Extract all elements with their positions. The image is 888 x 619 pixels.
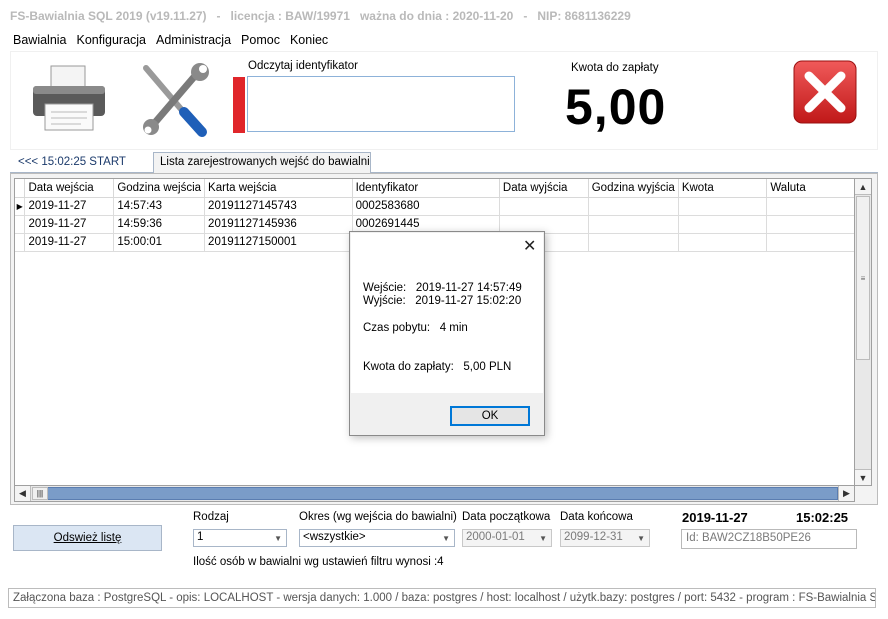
- cell[interactable]: [678, 233, 768, 252]
- rodzaj-value: 1: [197, 531, 204, 543]
- col-karta-wejscia[interactable]: Karta wejścia: [204, 179, 353, 198]
- printer-icon[interactable]: [29, 64, 109, 134]
- cell[interactable]: [678, 197, 768, 216]
- close-red-icon[interactable]: [793, 60, 857, 124]
- cell[interactable]: 14:57:43: [113, 197, 206, 216]
- people-count-text: Ilość osób w bawialni wg ustawień filtru…: [193, 556, 444, 568]
- col-data-wyjscia[interactable]: Data wyjścia: [499, 179, 589, 198]
- current-date: 2019-11-27: [682, 510, 748, 525]
- date-from-label: Data początkowa: [462, 511, 551, 523]
- title-bar: FS-Bawialnia SQL 2019 (v19.11.27) - lice…: [0, 0, 888, 30]
- menu-administracja[interactable]: Administracja: [151, 30, 236, 50]
- row-indicator: [15, 233, 26, 252]
- amount-line: Kwota do zapłaty: 5,00 PLN: [363, 361, 512, 373]
- cell[interactable]: 15:00:01: [113, 233, 206, 252]
- chevron-down-icon: ▼: [637, 534, 645, 543]
- window-title: FS-Bawialnia SQL 2019 (v19.11.27) - lice…: [10, 9, 631, 23]
- row-indicator: [15, 215, 26, 234]
- cell[interactable]: 2019-11-27: [24, 215, 115, 234]
- cell[interactable]: [588, 233, 679, 252]
- menu-pomoc[interactable]: Pomoc: [236, 30, 285, 50]
- date-from-picker[interactable]: 2000-01-01 ▼: [462, 529, 552, 547]
- cell[interactable]: [766, 233, 856, 252]
- menu-bawialnia[interactable]: Bawialnia: [8, 30, 72, 50]
- date-from-value: 2000-01-01: [466, 531, 525, 543]
- okres-label: Okres (wg wejścia do bawialni): [299, 511, 457, 523]
- identifier-label: Odczytaj identyfikator: [248, 60, 358, 72]
- chevron-down-icon: ▼: [274, 534, 282, 543]
- grid-header-row: Data wejścia Godzina wejścia Karta wejśc…: [15, 179, 856, 198]
- current-time: 15:02:25: [796, 510, 849, 525]
- vertical-scrollbar[interactable]: ▲ ≡ ▼: [854, 178, 872, 486]
- scroll-right-icon[interactable]: ▶: [838, 486, 854, 501]
- col-godzina-wejscia[interactable]: Godzina wejścia: [113, 179, 206, 198]
- stay-line: Czas pobytu: 4 min: [363, 322, 468, 334]
- cell[interactable]: [588, 197, 679, 216]
- filter-panel: Odswież listę Rodzaj 1 ▼ Okres (wg wejśc…: [0, 505, 888, 585]
- rodzaj-select[interactable]: 1 ▼: [193, 529, 287, 547]
- cell[interactable]: [766, 215, 856, 234]
- date-to-value: 2099-12-31: [564, 531, 623, 543]
- chevron-down-icon: ▼: [539, 534, 547, 543]
- scroll-left-icon[interactable]: ◀: [15, 486, 31, 501]
- cell[interactable]: 2019-11-27: [24, 233, 115, 252]
- col-waluta[interactable]: Waluta: [766, 179, 856, 198]
- okres-value: <wszystkie>: [303, 531, 366, 543]
- scroll-up-icon[interactable]: ▲: [855, 179, 871, 195]
- table-row[interactable]: ▶ 2019-11-27 14:57:43 20191127145743 000…: [15, 197, 856, 216]
- checkout-dialog: ✕ Wejście: 2019-11-27 14:57:49 Wyjście: …: [349, 231, 545, 436]
- col-identyfikator[interactable]: Identyfikator: [352, 179, 500, 198]
- chevron-down-icon: ▼: [442, 534, 450, 543]
- amount-label: Kwota do zapłaty: [571, 62, 659, 74]
- top-panel: Odczytaj identyfikator Kwota do zapłaty …: [10, 51, 878, 150]
- cell[interactable]: 20191127145743: [204, 197, 353, 216]
- cell[interactable]: 20191127150001: [204, 233, 353, 252]
- cell[interactable]: [678, 215, 768, 234]
- menu-konfiguracja[interactable]: Konfiguracja: [72, 30, 152, 50]
- cell[interactable]: [766, 197, 856, 216]
- tab-start[interactable]: <<< 15:02:25 START: [18, 156, 126, 168]
- amount-value: 5,00: [565, 79, 667, 135]
- cell[interactable]: 20191127145936: [204, 215, 353, 234]
- scroll-down-icon[interactable]: ▼: [855, 469, 871, 485]
- okres-select[interactable]: <wszystkie> ▼: [299, 529, 455, 547]
- row-indicator-header: [15, 179, 26, 198]
- entry-line: Wejście: 2019-11-27 14:57:49: [363, 282, 522, 294]
- col-data-wejscia[interactable]: Data wejścia: [24, 179, 115, 198]
- exit-line: Wyjście: 2019-11-27 15:02:20: [363, 295, 522, 307]
- dialog-body: ✕ Wejście: 2019-11-27 14:57:49 Wyjście: …: [351, 233, 543, 393]
- cell[interactable]: [588, 215, 679, 234]
- cell[interactable]: 0002583680: [352, 197, 500, 216]
- status-bar: Załączona baza : PostgreSQL - opis: LOCA…: [8, 588, 876, 608]
- station-id-field[interactable]: Id: BAW2CZ18B50PE26: [681, 529, 857, 549]
- tab-strip: <<< 15:02:25 START Lista zarejestrowanyc…: [10, 151, 878, 174]
- scroll-thumb[interactable]: ≡: [856, 196, 870, 360]
- menu-koniec[interactable]: Koniec: [285, 30, 333, 50]
- cell[interactable]: [499, 197, 589, 216]
- col-godzina-wyjscia[interactable]: Godzina wyjścia: [588, 179, 679, 198]
- hscroll-thumb[interactable]: |||: [32, 487, 48, 500]
- tools-icon[interactable]: [136, 60, 212, 138]
- identifier-red-marker: [233, 77, 245, 133]
- cell[interactable]: 2019-11-27: [24, 197, 115, 216]
- row-indicator-icon: ▶: [15, 197, 26, 216]
- menu-bar: Bawialnia Konfiguracja Administracja Pom…: [8, 30, 333, 50]
- hscroll-track-fill[interactable]: [32, 487, 838, 500]
- ok-button[interactable]: OK: [450, 406, 530, 426]
- tab-entries-list[interactable]: Lista zarejestrowanych wejść do bawialni: [153, 152, 371, 174]
- identifier-input[interactable]: [247, 76, 515, 132]
- date-to-label: Data końcowa: [560, 511, 633, 523]
- col-kwota[interactable]: Kwota: [678, 179, 768, 198]
- rodzaj-label: Rodzaj: [193, 511, 229, 523]
- close-icon[interactable]: ✕: [523, 236, 536, 256]
- horizontal-scrollbar[interactable]: ◀ ||| ▶: [14, 485, 855, 502]
- cell[interactable]: 14:59:36: [113, 215, 206, 234]
- refresh-list-button[interactable]: Odswież listę: [13, 525, 162, 551]
- date-to-picker[interactable]: 2099-12-31 ▼: [560, 529, 650, 547]
